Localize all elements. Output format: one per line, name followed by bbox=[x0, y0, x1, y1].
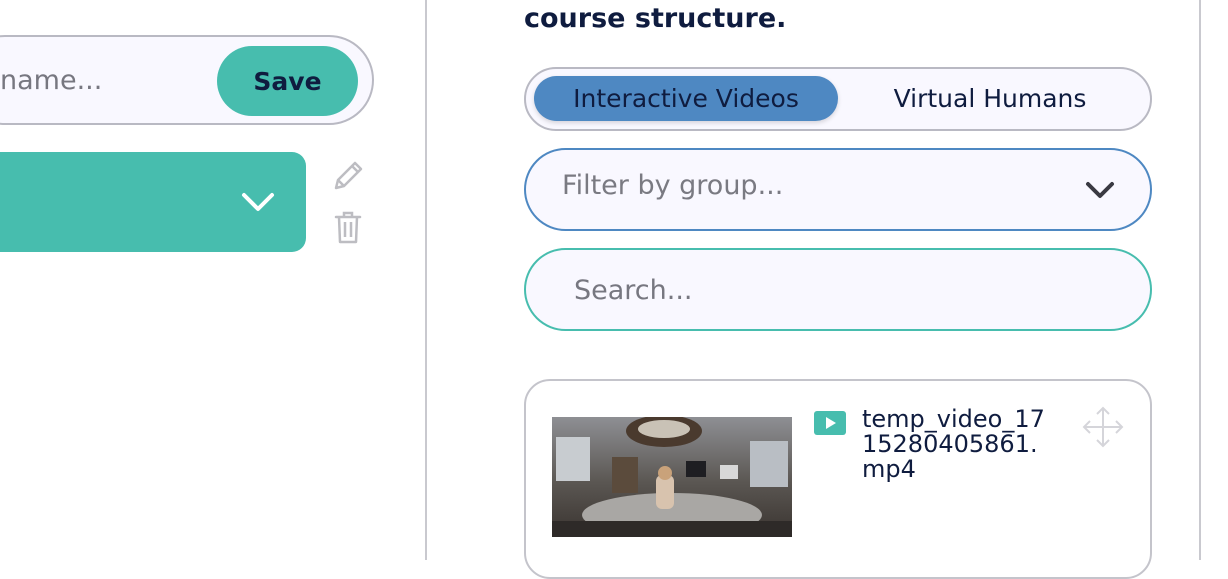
tab-interactive-videos[interactable]: Interactive Videos bbox=[534, 76, 838, 121]
chevron-down-icon[interactable] bbox=[1084, 180, 1116, 200]
tab-virtual-humans[interactable]: Virtual Humans bbox=[838, 76, 1142, 121]
play-icon bbox=[814, 411, 846, 435]
search-input[interactable] bbox=[574, 262, 1114, 318]
heading-line: course structure. bbox=[524, 3, 787, 34]
chevron-down-icon[interactable] bbox=[240, 190, 276, 214]
move-icon[interactable] bbox=[1080, 404, 1126, 450]
video-file-name: temp_video_1715280405861.mp4 bbox=[862, 405, 1045, 483]
save-button[interactable]: Save bbox=[217, 46, 358, 116]
panel-divider bbox=[425, 0, 427, 560]
course-name-input[interactable] bbox=[0, 36, 200, 124]
panel-divider bbox=[1199, 0, 1201, 560]
instructions-heading: course structure. bbox=[524, 0, 786, 36]
heading-previous-line bbox=[524, 0, 786, 2]
group-filter-placeholder: Filter by group... bbox=[562, 170, 784, 201]
video-thumbnail bbox=[552, 417, 792, 537]
trash-icon[interactable] bbox=[334, 210, 362, 244]
edit-icon[interactable] bbox=[330, 158, 366, 194]
